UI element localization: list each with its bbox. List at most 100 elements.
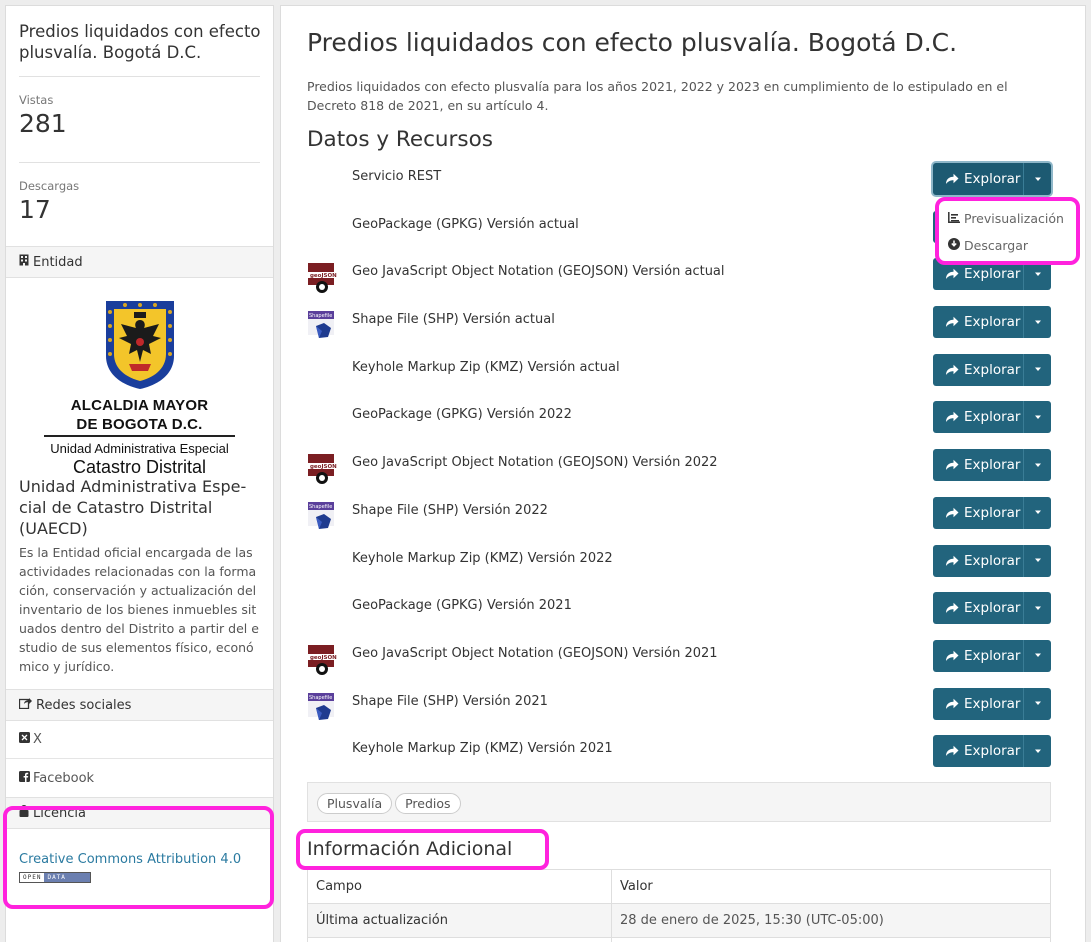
explore-dropdown-toggle[interactable]	[1023, 306, 1051, 339]
share-arrow-icon	[945, 745, 964, 757]
table-cell-field: Última actualización	[307, 903, 612, 938]
facebook-icon	[19, 770, 33, 786]
explore-button-main[interactable]: Explorar	[933, 314, 1023, 330]
explore-button-main[interactable]: Explorar	[933, 505, 1023, 521]
caret-down-icon	[1034, 415, 1042, 420]
logo-text-line4: Catastro Distrital	[72, 457, 207, 477]
additional-info-table: Campo Valor Última actualización 28 de e…	[307, 869, 1051, 942]
explore-button[interactable]: Explorar	[933, 306, 1051, 339]
explore-button-main[interactable]: Explorar	[933, 457, 1023, 473]
explore-button[interactable]: Explorar	[933, 163, 1051, 195]
resource-name[interactable]: Keyhole Markup Zip (KMZ) Versión actual	[352, 360, 620, 375]
tag-plusvalia[interactable]: Plusvalía	[317, 793, 393, 814]
table-cell-value: 28 de enero de 2025, 15:30 (UTC-05:00)	[611, 903, 1051, 938]
explore-button-main[interactable]: Explorar	[933, 553, 1023, 569]
entity-description: Es la Entidad oficial encargada de las a…	[19, 545, 259, 674]
explore-button-main[interactable]: Explorar	[933, 743, 1023, 759]
share-arrow-icon	[945, 507, 964, 519]
explore-button-main[interactable]: Explorar	[933, 171, 1023, 187]
explore-button[interactable]: Explorar	[933, 544, 1051, 577]
views-stat: Vistas 281	[6, 77, 273, 162]
chart-icon	[948, 211, 964, 226]
explore-button-main[interactable]: Explorar	[933, 600, 1023, 616]
explore-label: Explorar	[964, 457, 1021, 474]
resource-name[interactable]: GeoPackage (GPKG) Versión 2021	[352, 598, 572, 613]
social-facebook-label: Facebook	[33, 770, 95, 786]
views-count: 281	[19, 109, 67, 138]
explore-button[interactable]: Explorar	[933, 735, 1051, 768]
table-row	[307, 937, 1051, 942]
explore-label: Explorar	[964, 552, 1021, 569]
dropdown-item-download[interactable]: Descargar	[939, 232, 1076, 259]
share-arrow-icon	[945, 316, 964, 328]
download-circle-icon	[948, 238, 964, 253]
resource-name[interactable]: Geo JavaScript Object Notation (GEOJSON)…	[352, 455, 718, 470]
explore-label: Explorar	[964, 171, 1021, 187]
resource-name[interactable]: Keyhole Markup Zip (KMZ) Versión 2022	[352, 551, 613, 566]
resource-name[interactable]: Shape File (SHP) Versión 2022	[352, 503, 548, 518]
explore-dropdown-toggle[interactable]	[1023, 449, 1051, 482]
caret-down-icon	[1034, 749, 1042, 754]
resource-name[interactable]: Geo JavaScript Object Notation (GEOJSON)…	[352, 646, 718, 661]
explore-button[interactable]: Explorar	[933, 401, 1051, 434]
explore-label: Explorar	[964, 504, 1021, 521]
explore-button-main[interactable]: Explorar	[933, 696, 1023, 712]
shapefile-icon: Shapefile	[307, 501, 337, 533]
explore-button[interactable]: Explorar	[933, 353, 1051, 386]
logo-text-line2: DE BOGOTA D.C.	[76, 416, 203, 433]
svg-text:Shapefile: Shapefile	[309, 313, 332, 319]
caret-down-icon	[1034, 653, 1042, 658]
caret-down-icon	[1034, 606, 1042, 611]
resource-row: Keyhole Markup Zip (KMZ) Versión 2022 Exp…	[307, 540, 1051, 588]
explore-button-main[interactable]: Explorar	[933, 266, 1023, 282]
social-section-header: Redes sociales	[6, 689, 273, 721]
explore-button-main[interactable]: Explorar	[933, 648, 1023, 664]
svg-text:geoJSON: geoJSON	[310, 655, 337, 661]
explore-dropdown-toggle[interactable]	[1023, 735, 1051, 768]
entity-name: Unidad Administrativa Espe-cial de Catas…	[19, 477, 247, 538]
social-link-facebook[interactable]: Facebook	[6, 759, 273, 797]
tag-predios[interactable]: Predios	[395, 793, 461, 814]
explore-button[interactable]: Explorar	[933, 687, 1051, 720]
license-highlight	[3, 806, 274, 909]
explore-button-main[interactable]: Explorar	[933, 409, 1023, 425]
downloads-stat: Descargas 17	[6, 163, 273, 246]
explore-button[interactable]: Explorar	[933, 592, 1051, 625]
explore-button-main[interactable]: Explorar	[933, 362, 1023, 378]
sidebar-dataset-title: Predios liquidados con efecto plusvalía.…	[19, 22, 261, 62]
resource-name[interactable]: Geo JavaScript Object Notation (GEOJSON)…	[352, 264, 725, 279]
social-link-x[interactable]: X	[6, 721, 273, 759]
share-icon	[18, 697, 36, 713]
resource-name[interactable]: Keyhole Markup Zip (KMZ) Versión 2021	[352, 741, 613, 756]
share-arrow-icon	[945, 650, 964, 662]
explore-label: Explorar	[964, 314, 1021, 331]
explore-dropdown-toggle[interactable]	[1023, 496, 1051, 529]
resource-name[interactable]: GeoPackage (GPKG) Versión actual	[352, 217, 579, 232]
explore-dropdown-toggle[interactable]	[1023, 687, 1051, 720]
explore-button[interactable]: Explorar	[933, 449, 1051, 482]
explore-button[interactable]: Explorar	[933, 496, 1051, 529]
share-arrow-icon	[945, 268, 964, 280]
coat-of-arms-icon	[103, 298, 177, 394]
explore-dropdown-toggle[interactable]	[1023, 163, 1051, 195]
resource-name[interactable]: Servicio REST	[352, 169, 441, 184]
share-arrow-icon	[945, 698, 964, 710]
resource-name[interactable]: Shape File (SHP) Versión 2021	[352, 694, 548, 709]
social-label: Redes sociales	[36, 697, 132, 713]
explore-dropdown-toggle[interactable]	[1023, 544, 1051, 577]
page-description: Predios liquidados con efecto plusvalía …	[307, 79, 1008, 113]
svg-text:geoJSON: geoJSON	[310, 273, 337, 279]
resource-name[interactable]: Shape File (SHP) Versión actual	[352, 312, 555, 327]
explore-dropdown-toggle[interactable]	[1023, 639, 1051, 672]
explore-button[interactable]: Explorar	[933, 639, 1051, 672]
explore-label: Explorar	[964, 361, 1021, 378]
dropdown-item-preview[interactable]: Previsualización	[939, 205, 1076, 232]
explore-label: Explorar	[964, 266, 1021, 283]
resource-row: GeoPackage (GPKG) Versión 2022 Explorar	[307, 396, 1051, 444]
table-cell-field	[307, 937, 612, 942]
explore-dropdown-toggle[interactable]	[1023, 592, 1051, 625]
explore-dropdown-toggle[interactable]	[1023, 353, 1051, 386]
resource-name[interactable]: GeoPackage (GPKG) Versión 2022	[352, 407, 572, 422]
explore-dropdown-toggle[interactable]	[1023, 401, 1051, 434]
explore-label: Explorar	[964, 600, 1021, 617]
